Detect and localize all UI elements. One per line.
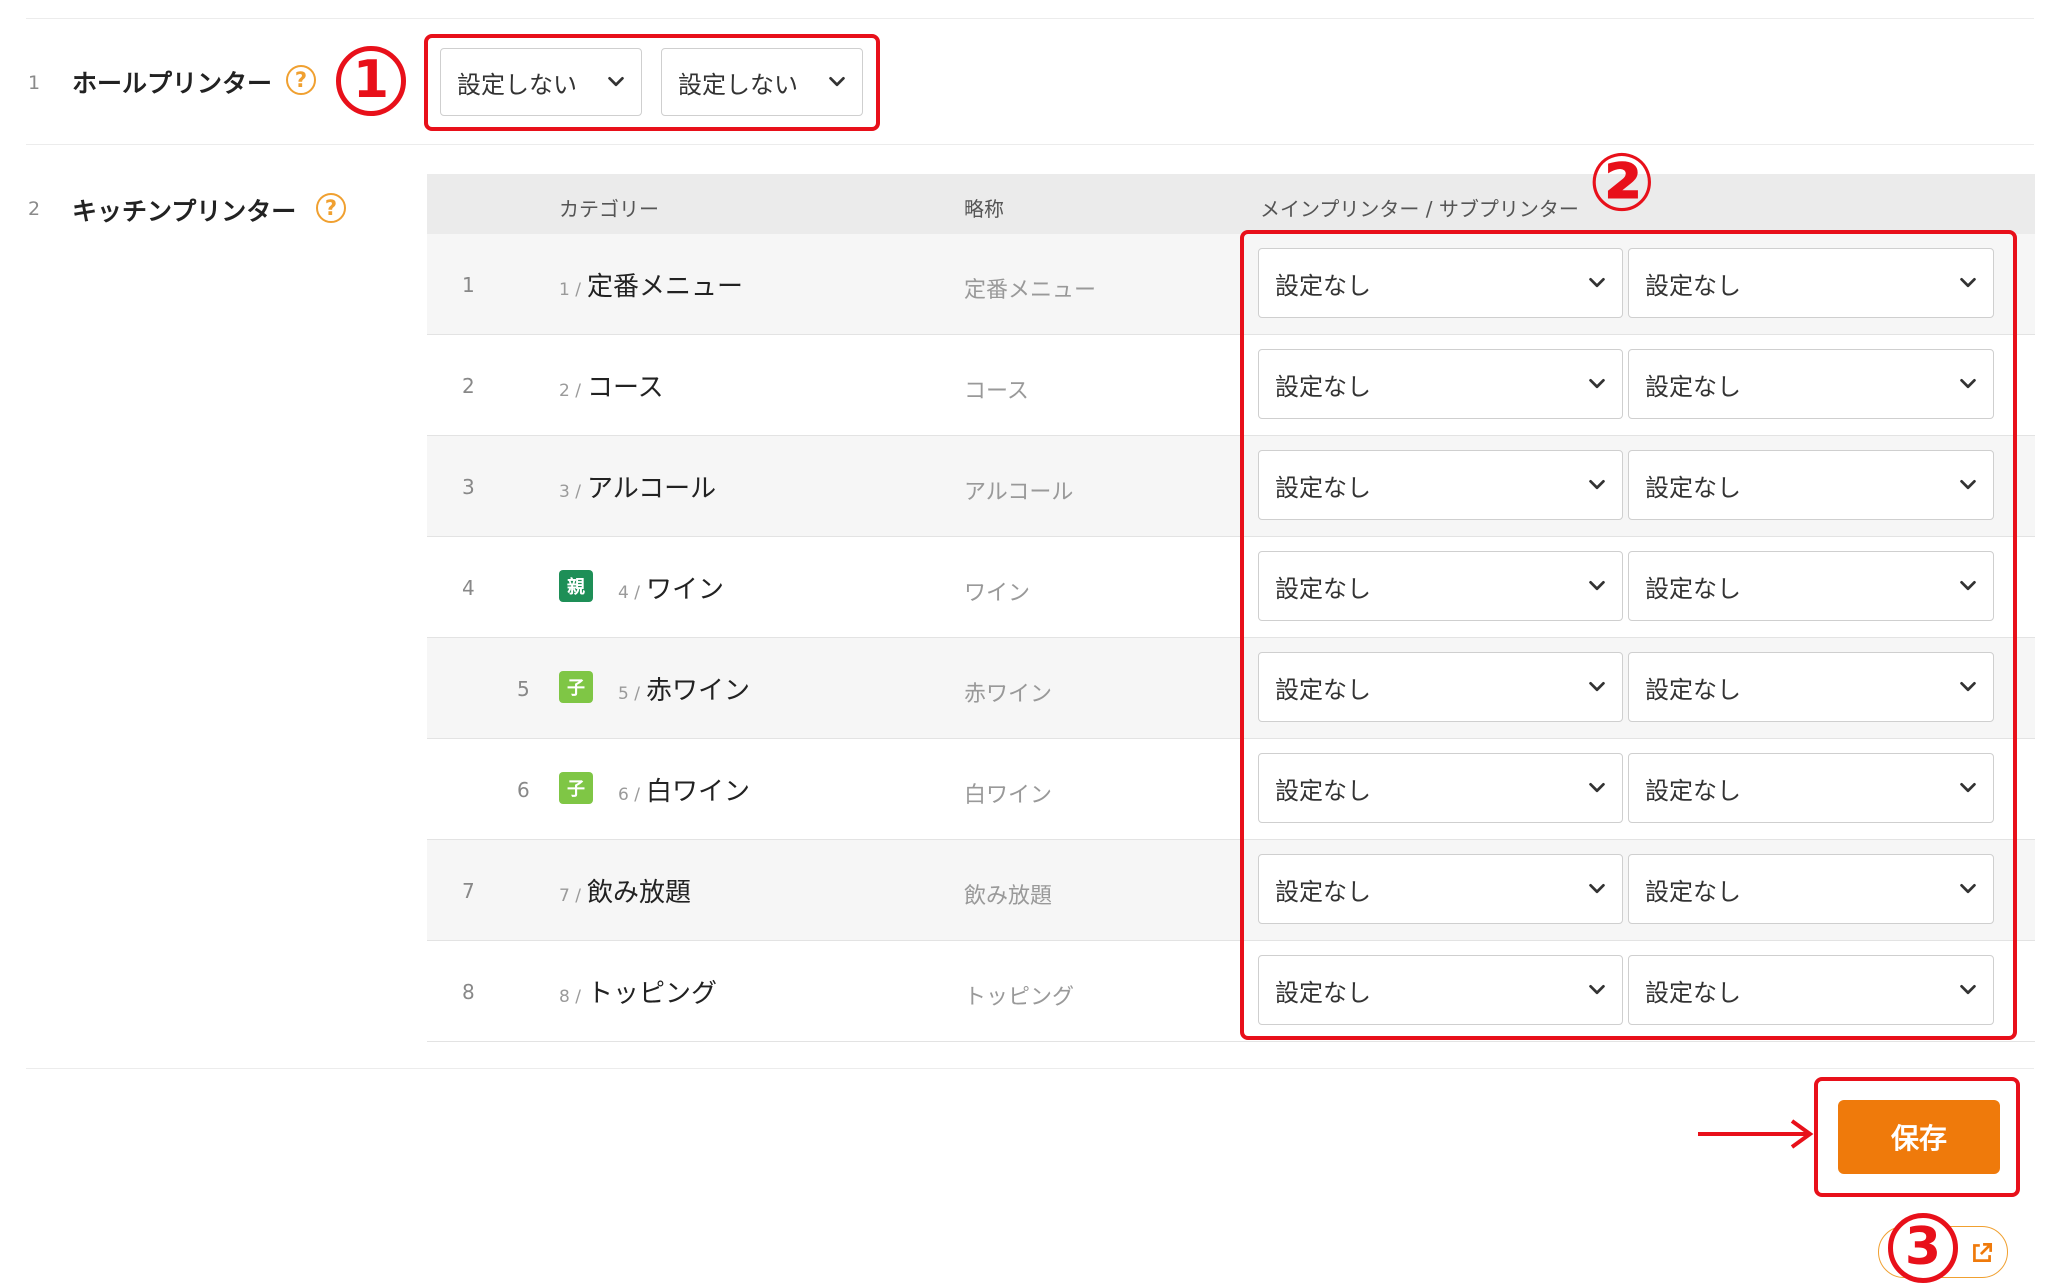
- category-label: コース: [586, 373, 664, 403]
- category-name: 7 /飲み放題: [559, 872, 691, 909]
- category-name: 8 /トッピング: [559, 973, 717, 1010]
- category-name: 1 /定番メニュー: [559, 266, 743, 303]
- annotation-number-3: 3: [1888, 1213, 1958, 1283]
- top-divider: [26, 18, 2034, 19]
- category-number: 5 /: [618, 684, 640, 704]
- category-number: 3 /: [559, 482, 581, 502]
- category-name: 5 /赤ワイン: [618, 670, 750, 707]
- column-header-category: カテゴリー: [559, 197, 659, 221]
- category-abbreviation: コース: [964, 379, 1029, 404]
- category-label: ワイン: [645, 575, 724, 605]
- row-index: 7: [462, 879, 475, 903]
- category-label: 飲み放題: [586, 878, 691, 908]
- section-number: 2: [28, 198, 41, 220]
- category-name: 2 /コース: [559, 367, 664, 404]
- category-label: 赤ワイン: [645, 676, 750, 706]
- category-number: 8 /: [559, 987, 581, 1007]
- kitchen-printer-label: キッチンプリンター: [72, 197, 297, 226]
- category-label: アルコール: [586, 474, 717, 504]
- annotation-box-3: [1814, 1077, 2020, 1197]
- arrow-right-icon: [1698, 1119, 1814, 1149]
- row-index: 8: [462, 980, 475, 1004]
- row-index: 5: [517, 677, 530, 701]
- category-name: 6 /白ワイン: [618, 771, 750, 808]
- row-index: 1: [462, 273, 475, 297]
- category-table-header: カテゴリー 略称 メインプリンター / サブプリンター: [427, 174, 2035, 234]
- category-abbreviation: トッピング: [964, 985, 1075, 1010]
- category-abbreviation: 白ワイン: [964, 783, 1053, 808]
- help-icon[interactable]: ?: [316, 193, 346, 223]
- category-abbreviation: 飲み放題: [964, 884, 1053, 909]
- category-number: 6 /: [618, 785, 640, 805]
- category-abbreviation: ワイン: [964, 581, 1031, 606]
- category-label: 定番メニュー: [586, 272, 743, 302]
- category-label: 白ワイン: [645, 777, 750, 807]
- category-abbreviation: 赤ワイン: [964, 682, 1053, 707]
- row-index: 3: [462, 475, 475, 499]
- row-index: 6: [517, 778, 530, 802]
- column-header-abbreviation: 略称: [964, 197, 1004, 221]
- column-header-printer: メインプリンター / サブプリンター: [1260, 197, 1579, 221]
- hall-printer-label: ホールプリンター: [72, 69, 273, 98]
- category-abbreviation: 定番メニュー: [964, 278, 1097, 303]
- external-link-icon: [1973, 1242, 1993, 1262]
- category-label: トッピング: [586, 979, 717, 1009]
- category-name: 4 /ワイン: [618, 569, 724, 606]
- section-number: 1: [28, 72, 41, 94]
- row-index: 2: [462, 374, 475, 398]
- row-index: 4: [462, 576, 475, 600]
- category-abbreviation: アルコール: [964, 480, 1074, 505]
- category-number: 2 /: [559, 381, 581, 401]
- category-name: 3 /アルコール: [559, 468, 716, 505]
- category-number: 4 /: [618, 583, 640, 603]
- section-divider: [26, 144, 2034, 145]
- child-badge: 子: [559, 671, 593, 703]
- child-badge: 子: [559, 772, 593, 804]
- annotation-number-2: ②: [1588, 136, 1656, 229]
- parent-badge: 親: [559, 570, 593, 602]
- annotation-box-2: [1240, 230, 2017, 1040]
- annotation-box-1: [424, 34, 880, 131]
- help-icon[interactable]: ?: [286, 65, 316, 95]
- annotation-number-1: 1: [336, 46, 406, 116]
- category-number: 7 /: [559, 886, 581, 906]
- category-number: 1 /: [559, 280, 581, 300]
- bottom-divider: [26, 1068, 2034, 1069]
